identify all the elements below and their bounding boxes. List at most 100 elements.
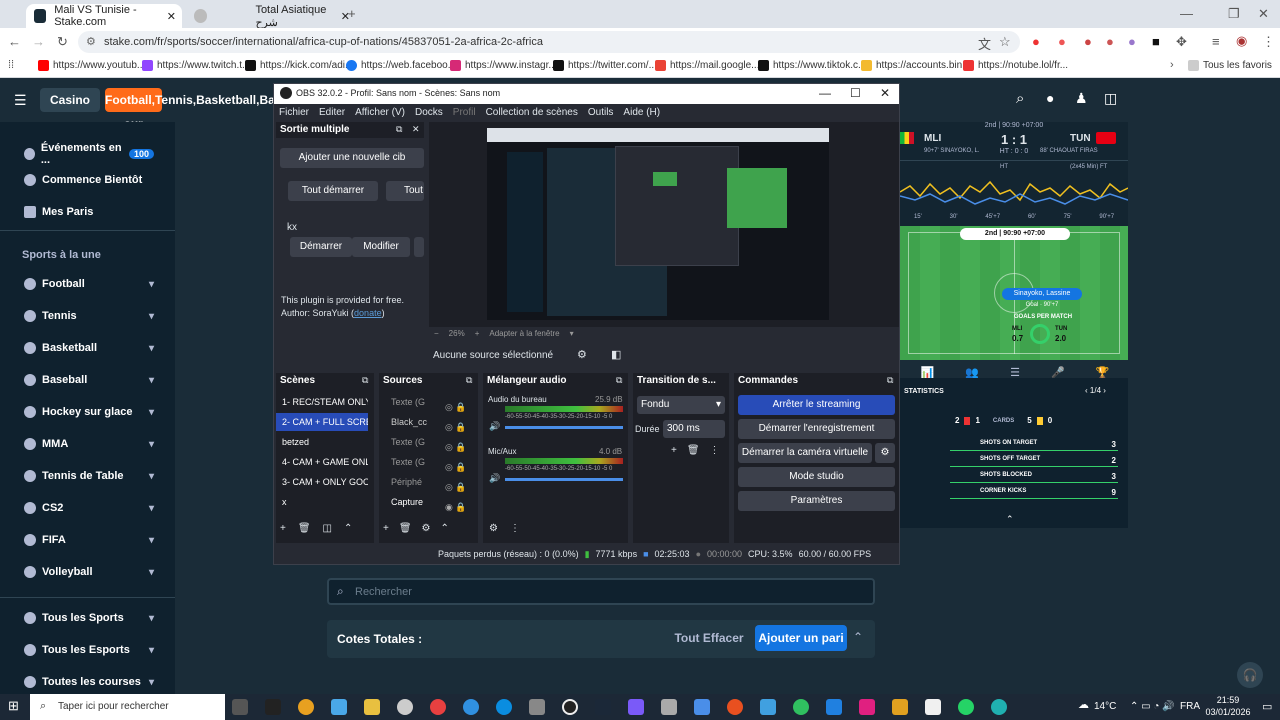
- sidebar-item-all-racing[interactable]: Toutes les courses ▾: [24, 676, 154, 688]
- audio-settings-icon[interactable]: ⚙: [489, 523, 498, 534]
- float-dock-icon[interactable]: ⧉: [362, 375, 368, 386]
- profile-avatar-icon[interactable]: ◉: [1236, 33, 1247, 49]
- settings-button[interactable]: Paramètres: [738, 491, 895, 511]
- visibility-toggles[interactable]: ◎ 🔒 ◎ 🔒 ◎ 🔒 ◎ 🔒 ◎ 🔒 ◉ 🔒: [445, 397, 467, 517]
- bookmark-star-icon[interactable]: ☆: [999, 34, 1011, 50]
- properties-gear-icon[interactable]: ⚙: [577, 348, 587, 361]
- transition-select[interactable]: Fondu ▾: [637, 396, 725, 414]
- bookmark[interactable]: https://www.youtub...: [38, 60, 145, 71]
- all-bookmarks[interactable]: Tous les favoris: [1188, 60, 1272, 71]
- file-explorer-icon[interactable]: [364, 699, 380, 715]
- translate-icon[interactable]: 文: [978, 34, 991, 53]
- scene-item[interactable]: 4- CAM + GAME ONLY: [276, 453, 368, 471]
- sidebar-item-my-bets[interactable]: Mes Paris: [24, 206, 154, 218]
- virtual-camera-settings-icon[interactable]: ⚙: [875, 443, 895, 463]
- add-scene-icon[interactable]: +: [280, 523, 286, 534]
- new-tab-icon[interactable]: +: [348, 6, 356, 21]
- filters-icon[interactable]: ◧: [611, 348, 621, 361]
- source-item[interactable]: Capture: [385, 493, 445, 511]
- zoom-in-icon[interactable]: +: [475, 329, 480, 338]
- tab-stake[interactable]: Mali VS Tunisie - Stake.com ✕: [26, 4, 182, 28]
- bookmark[interactable]: https://twitter.com/...: [553, 60, 657, 71]
- move-up-icon[interactable]: ⌃: [344, 523, 352, 534]
- stats-pager[interactable]: ‹ 1/4 ›: [1085, 386, 1106, 395]
- bookmark[interactable]: https://www.instagr...: [450, 60, 557, 71]
- sidebar-item-fifa[interactable]: FIFA ▾: [24, 534, 154, 546]
- notification-bell-icon[interactable]: ♟: [1075, 90, 1088, 107]
- start-recording-button[interactable]: Démarrer l'enregistrement: [738, 419, 895, 439]
- chrome-icon[interactable]: [430, 699, 446, 715]
- speaker-icon[interactable]: 🔊: [489, 421, 500, 432]
- source-item[interactable]: Texte (G: [385, 393, 445, 411]
- sidebar-item-all-sports[interactable]: Tous les Sports ▾: [24, 612, 154, 624]
- close-icon[interactable]: ✕: [880, 86, 890, 100]
- support-chat-icon[interactable]: 🎧: [1237, 662, 1263, 688]
- chevron-right-icon[interactable]: ›: [1170, 59, 1174, 71]
- zoom-out-icon[interactable]: −: [434, 329, 439, 338]
- sidebar-item-football[interactable]: Football ▾: [24, 278, 154, 290]
- app-icon[interactable]: [661, 699, 677, 715]
- clock-date[interactable]: 03/01/2026: [1200, 707, 1256, 717]
- bookmark[interactable]: https://kick.com/adi...: [245, 60, 353, 71]
- bookmark[interactable]: https://mail.google...: [655, 60, 760, 71]
- sports-button[interactable]: Football,Tennis,Basketball,Baseball,Hock…: [105, 88, 355, 203]
- app-icon[interactable]: [628, 699, 644, 715]
- chevron-down-icon[interactable]: ▾: [570, 329, 574, 338]
- float-dock-icon[interactable]: ⧉: [396, 124, 402, 135]
- app-icon[interactable]: [892, 699, 908, 715]
- start-all-button[interactable]: Tout démarrer: [288, 181, 378, 201]
- sidebar-item-live[interactable]: Événements en ... 100: [24, 142, 154, 166]
- forward-icon[interactable]: →: [32, 34, 45, 49]
- menu-help[interactable]: Aide (H): [623, 107, 660, 118]
- close-dock-icon[interactable]: ✕: [412, 124, 420, 135]
- sidebar-item-volleyball[interactable]: Volleyball ▾: [24, 566, 154, 578]
- notifications-icon[interactable]: ▭: [1262, 700, 1272, 713]
- app-icon[interactable]: [826, 699, 842, 715]
- bookmark[interactable]: https://www.tiktok.c...: [758, 60, 866, 71]
- menu-file[interactable]: Fichier: [279, 107, 309, 118]
- speaker-icon[interactable]: 🔊: [489, 473, 500, 484]
- taskbar-search-input[interactable]: Taper ici pour rechercher: [58, 701, 169, 712]
- stop-streaming-button[interactable]: Arrêter le streaming: [738, 395, 895, 415]
- chrome-icon[interactable]: [298, 699, 314, 715]
- app-icon[interactable]: [991, 699, 1007, 715]
- duration-input[interactable]: 300 ms: [663, 420, 725, 438]
- minimize-icon[interactable]: —: [819, 86, 831, 100]
- scene-item[interactable]: x: [276, 493, 368, 511]
- app-icon[interactable]: [793, 699, 809, 715]
- casino-button[interactable]: Casino: [40, 88, 100, 112]
- bookmark[interactable]: https://web.faceboo...: [346, 60, 456, 71]
- scene-filters-icon[interactable]: ◫: [323, 523, 332, 534]
- extension-icon[interactable]: ●: [1106, 34, 1114, 49]
- add-transition-icon[interactable]: +: [671, 445, 677, 456]
- task-view-icon[interactable]: [232, 699, 248, 715]
- stop-all-button[interactable]: Tout: [386, 181, 424, 201]
- app-icon[interactable]: [760, 699, 776, 715]
- extension-icon[interactable]: ●: [1084, 34, 1092, 49]
- edit-target-button[interactable]: Modifier: [352, 237, 410, 257]
- sidebar-item-tennis[interactable]: Tennis ▾: [24, 310, 154, 322]
- remove-transition-icon[interactable]: 🗑: [687, 445, 700, 456]
- studio-mode-button[interactable]: Mode studio: [738, 467, 895, 487]
- sidebar-item-starting-soon[interactable]: Commence Bientôt: [24, 174, 154, 186]
- extension-icon[interactable]: ●: [1128, 34, 1136, 49]
- app-icon[interactable]: [463, 699, 479, 715]
- close-window-icon[interactable]: ✕: [1258, 6, 1269, 22]
- app-icon[interactable]: [331, 699, 347, 715]
- scene-item[interactable]: 1- REC/STEAM ONLY I: [276, 393, 368, 411]
- move-up-icon[interactable]: ⌃: [441, 523, 449, 534]
- sidebar-item-all-esports[interactable]: Tous les Esports ▾: [24, 644, 154, 656]
- edge-icon[interactable]: [496, 699, 512, 715]
- back-icon[interactable]: ←: [8, 34, 21, 49]
- preview-area[interactable]: [429, 122, 899, 327]
- extension-icon[interactable]: ■: [1152, 34, 1160, 49]
- sidebar-item-baseball[interactable]: Baseball ▾: [24, 374, 154, 386]
- clear-all-button[interactable]: Tout Effacer: [669, 625, 749, 651]
- whatsapp-icon[interactable]: [958, 699, 974, 715]
- user-icon[interactable]: ●: [1046, 90, 1054, 106]
- bookmark[interactable]: https://www.twitch.t...: [142, 60, 250, 71]
- search-icon[interactable]: ⌕: [1016, 90, 1024, 107]
- sidebar-item-cs2[interactable]: CS2 ▾: [24, 502, 154, 514]
- menu-dots-icon[interactable]: ⋮: [710, 445, 720, 456]
- bookmark[interactable]: https://accounts.bin...: [861, 60, 971, 71]
